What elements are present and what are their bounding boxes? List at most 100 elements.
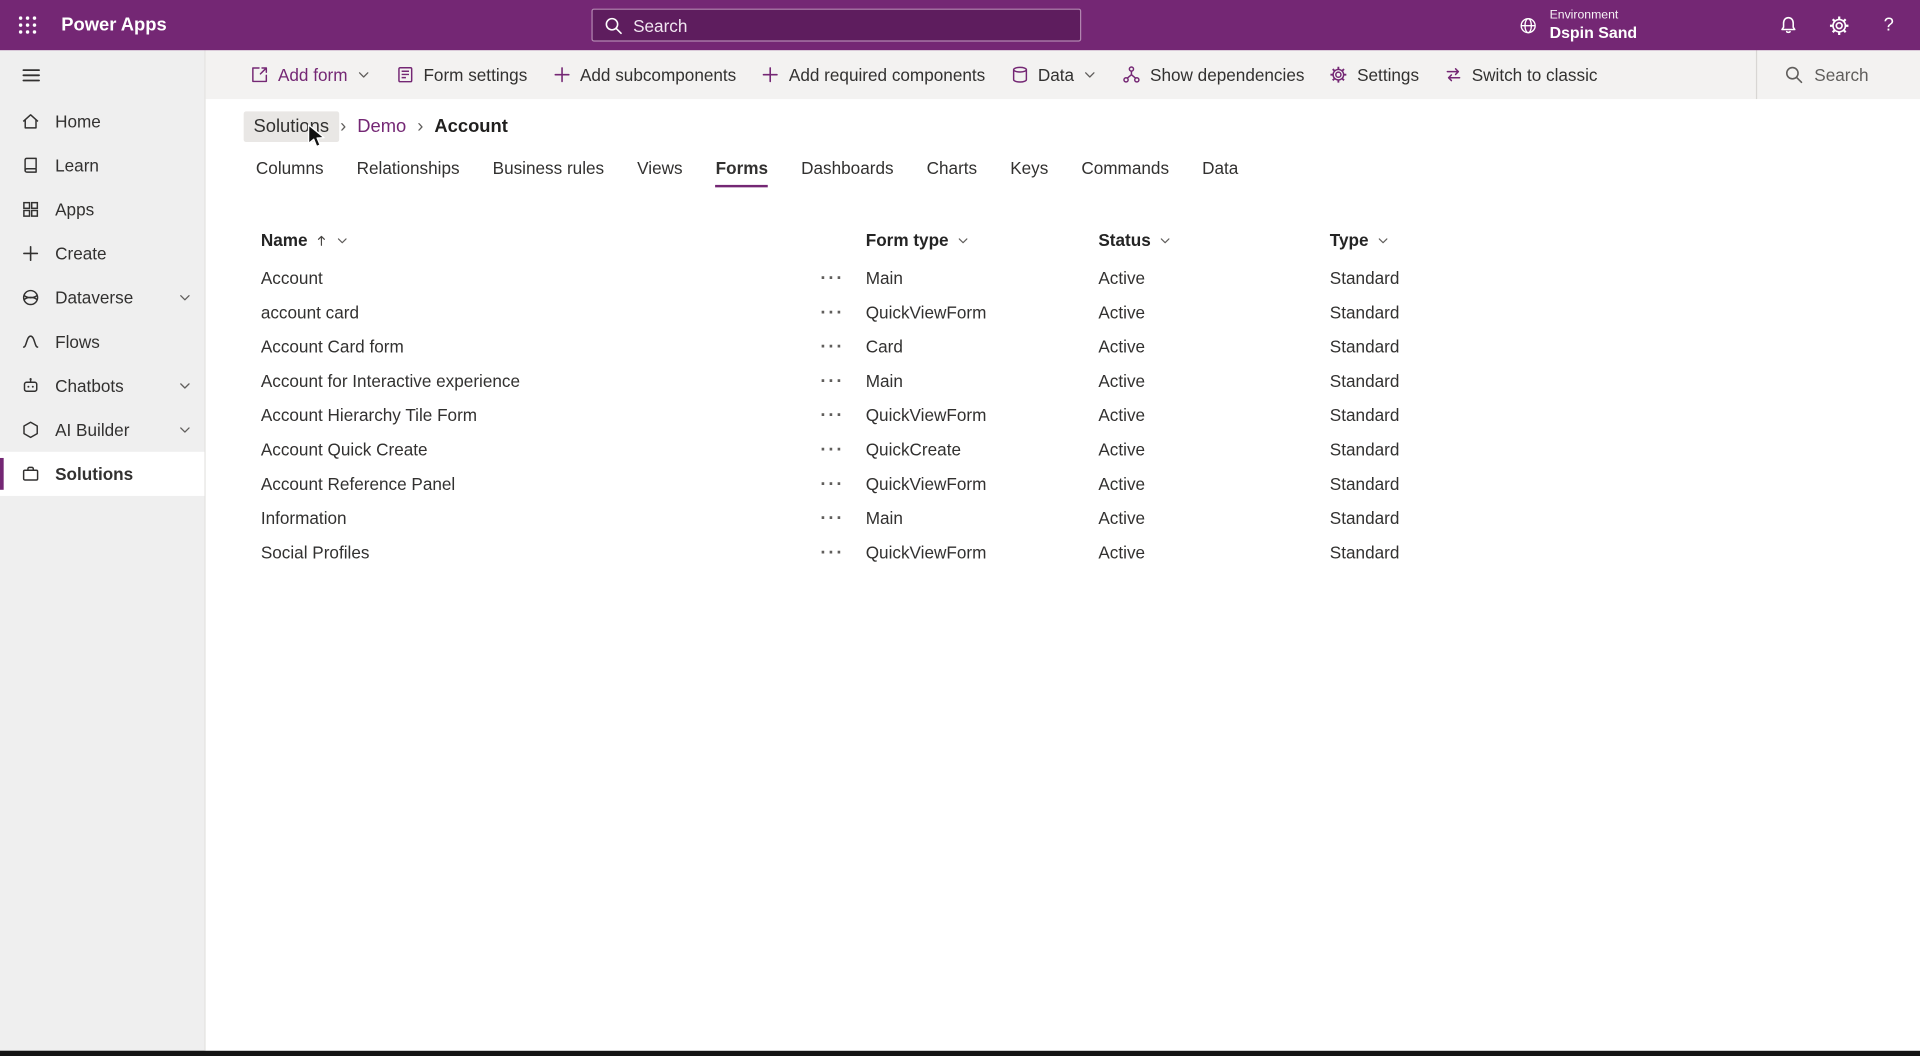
- status-value: Active: [1098, 440, 1329, 460]
- sidebar-item-home[interactable]: Home: [0, 99, 204, 143]
- switch-icon: [1444, 65, 1464, 85]
- more-options-button[interactable]: [818, 303, 866, 321]
- column-header-form-type-label: Form type: [866, 230, 949, 250]
- form-name[interactable]: Account Reference Panel: [261, 474, 818, 494]
- more-options-button[interactable]: [818, 337, 866, 355]
- commandbar-search[interactable]: Search: [1755, 50, 1920, 99]
- sidebar-item-flows[interactable]: Flows: [0, 320, 204, 364]
- more-options-button[interactable]: [818, 372, 866, 390]
- app-launcher-button[interactable]: [0, 0, 55, 50]
- more-options-button[interactable]: [818, 406, 866, 424]
- more-options-button[interactable]: [818, 543, 866, 561]
- table-row[interactable]: Account Quick Create QuickCreate Active …: [261, 432, 1559, 466]
- app-window: Power Apps Environment Dspin Sand ?: [0, 0, 1920, 1056]
- app-body: Home Learn Apps Create Dataverse Flo: [0, 50, 1920, 1050]
- help-button[interactable]: ?: [1864, 0, 1914, 50]
- sidebar-item-label: Chatbots: [55, 376, 124, 396]
- more-options-button[interactable]: [818, 474, 866, 492]
- tab-views[interactable]: Views: [637, 158, 682, 187]
- table-row[interactable]: Account for Interactive experience Main …: [261, 364, 1559, 398]
- global-search[interactable]: [591, 9, 1081, 42]
- tab-keys[interactable]: Keys: [1010, 158, 1048, 187]
- settings-button[interactable]: [1813, 0, 1863, 50]
- form-name[interactable]: Account for Interactive experience: [261, 371, 818, 391]
- sort-ascending-icon: [315, 232, 328, 248]
- status-value: Active: [1098, 405, 1329, 425]
- show-dependencies-label: Show dependencies: [1150, 65, 1304, 85]
- form-type-value: Main: [866, 268, 1099, 288]
- main-area: Add form Form settings Add subcomponents…: [206, 50, 1920, 1050]
- form-name[interactable]: Account Hierarchy Tile Form: [261, 405, 818, 425]
- form-type-value: QuickViewForm: [866, 542, 1099, 562]
- table-row[interactable]: Account Reference Panel QuickViewForm Ac…: [261, 467, 1559, 501]
- hamburger-icon: [21, 64, 42, 85]
- chevron-down-icon[interactable]: [178, 422, 193, 437]
- column-header-form-type[interactable]: Form type: [866, 230, 1099, 250]
- sidebar-item-apps[interactable]: Apps: [0, 187, 204, 231]
- column-header-name[interactable]: Name: [261, 230, 818, 250]
- column-header-type[interactable]: Type: [1330, 230, 1526, 250]
- tab-business-rules[interactable]: Business rules: [493, 158, 604, 187]
- plus-icon: [552, 65, 572, 85]
- add-form-label: Add form: [278, 65, 348, 85]
- switch-to-classic-button[interactable]: Switch to classic: [1431, 50, 1609, 99]
- table-row[interactable]: Information Main Active Standard: [261, 501, 1559, 535]
- sidebar-item-chatbots[interactable]: Chatbots: [0, 364, 204, 408]
- sidebar-item-learn[interactable]: Learn: [0, 143, 204, 187]
- gear-icon: [1828, 14, 1850, 36]
- column-header-name-label: Name: [261, 230, 308, 250]
- form-name[interactable]: Account: [261, 268, 818, 288]
- table-row[interactable]: account card QuickViewForm Active Standa…: [261, 295, 1559, 329]
- tab-columns[interactable]: Columns: [256, 158, 324, 187]
- table-row[interactable]: Account Card form Card Active Standard: [261, 329, 1559, 363]
- left-navigation: Home Learn Apps Create Dataverse Flo: [0, 50, 206, 1050]
- app-header: Power Apps Environment Dspin Sand ?: [0, 0, 1920, 50]
- table-row[interactable]: Account Main Active Standard: [261, 261, 1559, 295]
- tab-relationships[interactable]: Relationships: [357, 158, 460, 187]
- form-name[interactable]: Account Card form: [261, 337, 818, 357]
- environment-picker[interactable]: Environment Dspin Sand: [1519, 8, 1637, 42]
- tab-data[interactable]: Data: [1202, 158, 1238, 187]
- content-area: Solutions Demo Account Columns Relations…: [206, 99, 1920, 1050]
- add-required-components-button[interactable]: Add required components: [748, 50, 997, 99]
- status-value: Active: [1098, 508, 1329, 528]
- chevron-down-icon[interactable]: [178, 378, 193, 393]
- tab-forms[interactable]: Forms: [716, 158, 768, 187]
- form-settings-button[interactable]: Form settings: [383, 50, 540, 99]
- more-options-button[interactable]: [818, 440, 866, 458]
- sidebar-item-ai-builder[interactable]: AI Builder: [0, 408, 204, 452]
- breadcrumb-demo[interactable]: Demo: [347, 111, 416, 142]
- table-row[interactable]: Account Hierarchy Tile Form QuickViewFor…: [261, 398, 1559, 432]
- more-options-button[interactable]: [818, 509, 866, 527]
- show-dependencies-button[interactable]: Show dependencies: [1110, 50, 1317, 99]
- tab-charts[interactable]: Charts: [927, 158, 977, 187]
- add-required-components-label: Add required components: [789, 65, 985, 85]
- form-type-value: Main: [866, 508, 1099, 528]
- sidebar-item-solutions[interactable]: Solutions: [0, 452, 204, 496]
- column-header-status[interactable]: Status: [1098, 230, 1329, 250]
- chevron-down-icon[interactable]: [178, 290, 193, 305]
- add-form-button[interactable]: Add form: [238, 50, 383, 99]
- form-name[interactable]: account card: [261, 302, 818, 322]
- settings-command-button[interactable]: Settings: [1317, 50, 1432, 99]
- breadcrumb-solutions[interactable]: Solutions: [244, 111, 339, 142]
- form-name[interactable]: Account Quick Create: [261, 440, 818, 460]
- form-name[interactable]: Information: [261, 508, 818, 528]
- entity-tabs: Columns Relationships Business rules Vie…: [256, 158, 1920, 187]
- sidebar-item-dataverse[interactable]: Dataverse: [0, 276, 204, 320]
- notifications-button[interactable]: [1763, 0, 1813, 50]
- app-name[interactable]: Power Apps: [61, 15, 166, 36]
- tab-dashboards[interactable]: Dashboards: [801, 158, 893, 187]
- status-value: Active: [1098, 268, 1329, 288]
- more-options-button[interactable]: [818, 269, 866, 287]
- form-name[interactable]: Social Profiles: [261, 542, 818, 562]
- collapse-nav-button[interactable]: [0, 50, 204, 99]
- tab-commands[interactable]: Commands: [1081, 158, 1169, 187]
- breadcrumb: Solutions Demo Account: [244, 111, 1920, 142]
- data-button[interactable]: Data: [997, 50, 1109, 99]
- global-search-input[interactable]: [633, 15, 1069, 35]
- chevron-down-icon: [1083, 67, 1098, 82]
- table-row[interactable]: Social Profiles QuickViewForm Active Sta…: [261, 535, 1559, 569]
- add-subcomponents-button[interactable]: Add subcomponents: [540, 50, 749, 99]
- sidebar-item-create[interactable]: Create: [0, 231, 204, 275]
